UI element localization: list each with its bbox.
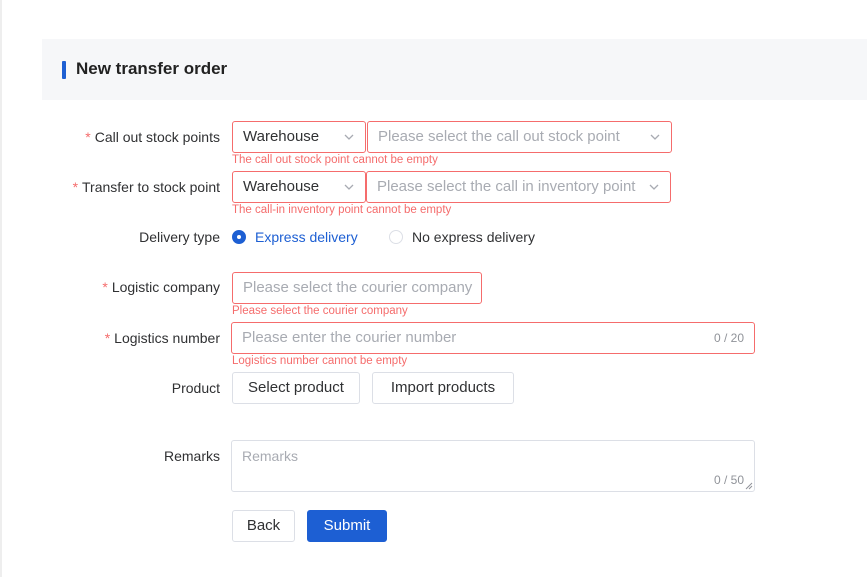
back-button[interactable]: Back (232, 510, 295, 542)
radio-checked-icon (232, 230, 246, 244)
remarks-textarea[interactable]: Remarks 0 / 50 (231, 440, 755, 492)
radio-express-delivery[interactable]: Express delivery (232, 229, 358, 245)
radio-unchecked-icon (389, 230, 403, 244)
logistics-number-input[interactable]: Please enter the courier number 0 / 20 (231, 322, 755, 354)
radio-express-label: Express delivery (255, 229, 358, 245)
transfer-to-label: * Transfer to stock point (72, 179, 220, 195)
chevron-down-icon (344, 134, 354, 140)
call-out-type-value: Warehouse (243, 128, 320, 145)
remarks-count: 0 / 50 (713, 473, 744, 487)
chevron-down-icon (650, 134, 660, 140)
page-title: New transfer order (76, 59, 228, 78)
transfer-to-type-value: Warehouse (243, 178, 320, 195)
resize-handle-icon[interactable] (745, 482, 753, 490)
chevron-down-icon (649, 184, 659, 190)
logistics-number-count: 0 / 20 (713, 331, 744, 345)
logistic-company-placeholder: Please select the courier company (243, 279, 473, 296)
call-out-label: * Call out stock points (85, 129, 220, 145)
transfer-order-page: New transfer order * Call out stock point… (0, 0, 867, 577)
logistics-number-error: Logistics number cannot be empty (232, 355, 408, 367)
product-label: Product (171, 380, 220, 396)
call-out-type-select[interactable]: Warehouse (232, 121, 366, 153)
required-mark: * (85, 129, 91, 145)
required-mark: * (102, 279, 108, 295)
remarks-placeholder: Remarks (242, 448, 299, 464)
logistics-number-label: * Logistics number (104, 330, 220, 346)
logistic-company-error: Please select the courier company (232, 305, 408, 317)
call-out-error: The call out stock point cannot be empty (232, 154, 438, 166)
remarks-label: Remarks (163, 448, 220, 464)
transfer-to-point-select[interactable]: Please select the call in inventory poin… (366, 171, 671, 203)
call-out-point-placeholder: Please select the call out stock point (378, 128, 620, 145)
logistic-company-select[interactable]: Please select the courier company (232, 272, 482, 304)
title-accent-bar (62, 61, 66, 79)
logistic-company-label: * Logistic company (102, 279, 220, 295)
radio-no-express-delivery[interactable]: No express delivery (389, 229, 535, 245)
transfer-to-type-select[interactable]: Warehouse (232, 171, 366, 203)
radio-no-express-label: No express delivery (412, 229, 535, 245)
transfer-to-point-placeholder: Please select the call in inventory poin… (377, 178, 636, 195)
delivery-type-label: Delivery type (139, 229, 220, 245)
submit-button[interactable]: Submit (307, 510, 387, 542)
logistics-number-placeholder: Please enter the courier number (242, 329, 457, 346)
chevron-down-icon (344, 184, 354, 190)
call-out-point-select[interactable]: Please select the call out stock point (367, 121, 672, 153)
left-border (0, 0, 2, 577)
import-products-button[interactable]: Import products (372, 372, 514, 404)
page-header: New transfer order (42, 39, 867, 100)
required-mark: * (72, 179, 79, 195)
required-mark: * (104, 330, 111, 346)
select-product-button[interactable]: Select product (232, 372, 360, 404)
transfer-to-error: The call-in inventory point cannot be em… (232, 204, 452, 216)
